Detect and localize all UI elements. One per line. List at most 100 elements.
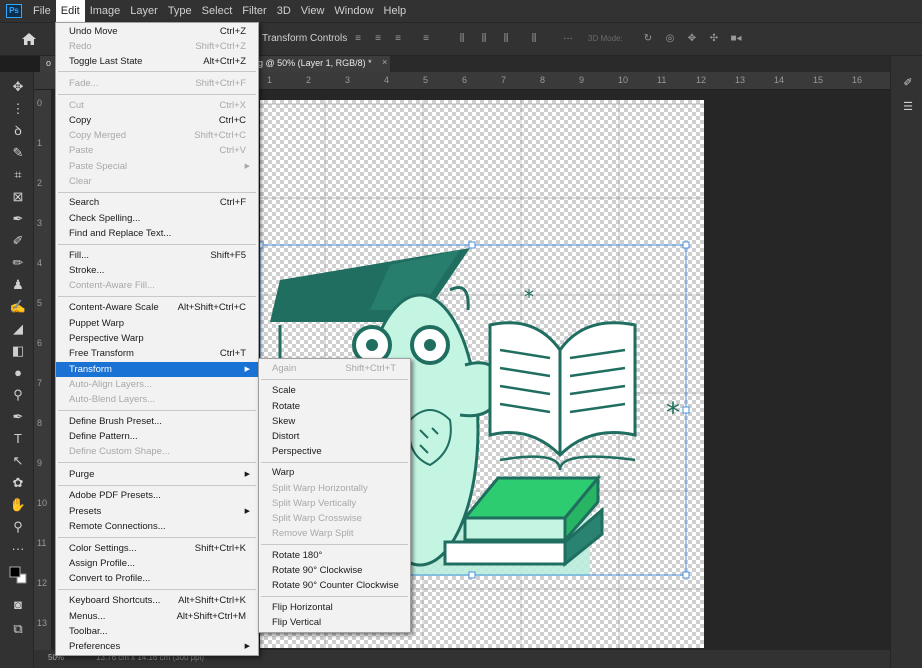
edit-toolbar-icon[interactable]: ··· [9,540,27,558]
menu-item-toolbar[interactable]: Toolbar... [56,624,258,639]
menu-layer[interactable]: Layer [125,0,163,22]
path-selection-tool-icon[interactable]: ↖ [9,452,27,470]
menu-item-clear[interactable]: Clear [56,174,258,189]
menu-help[interactable]: Help [379,0,412,22]
gradient-tool-icon[interactable]: ◧ [9,342,27,360]
submenu-item-skew[interactable]: Skew [259,414,410,429]
menu-item-fill[interactable]: Fill... Shift+F5 [56,248,258,263]
type-tool-icon[interactable]: T [9,430,27,448]
eyedropper-tool-icon[interactable]: ✒ [9,210,27,228]
menu-item-check-spelling[interactable]: Check Spelling... [56,211,258,226]
dodge-tool-icon[interactable]: ⚲ [9,386,27,404]
menu-3d[interactable]: 3D [272,0,296,22]
custom-shape-tool-icon[interactable]: ✿ [9,474,27,492]
submenu-item-split-warp-horizontally[interactable]: Split Warp Horizontally [259,481,410,496]
menu-item-auto-blend-layers[interactable]: Auto-Blend Layers... [56,392,258,407]
menu-item-content-aware-scale[interactable]: Content-Aware Scale Alt+Shift+Ctrl+C [56,300,258,315]
menu-item-color-settings[interactable]: Color Settings... Shift+Ctrl+K [56,541,258,556]
menu-item-preferences[interactable]: Preferences ▶ [56,639,258,654]
pen-tool-icon[interactable]: ✒ [9,408,27,426]
distribute-right-icon[interactable]: ⫼ [500,34,512,44]
submenu-item-rotate-90-ccw[interactable]: Rotate 90° Counter Clockwise [259,578,410,593]
submenu-item-perspective[interactable]: Perspective [259,444,410,459]
blur-tool-icon[interactable]: ● [9,364,27,382]
menu-item-cut[interactable]: Cut Ctrl+X [56,98,258,113]
menu-item-paste[interactable]: Paste Ctrl+V [56,143,258,158]
menu-item-stroke[interactable]: Stroke... [56,263,258,278]
scale-3d-icon[interactable]: ■◂ [730,34,742,44]
align-center-icon[interactable]: ≡ [372,34,384,44]
submenu-item-flip-vertical[interactable]: Flip Vertical [259,615,410,630]
submenu-item-scale[interactable]: Scale [259,383,410,398]
color-swatches-icon[interactable] [9,566,27,584]
menu-item-undo-move[interactable]: Undo Move Ctrl+Z [56,24,258,39]
menu-item-paste-special[interactable]: Paste Special ▶ [56,159,258,174]
submenu-item-rotate-180[interactable]: Rotate 180° [259,548,410,563]
menu-item-redo[interactable]: Redo Shift+Ctrl+Z [56,39,258,54]
menu-item-convert-to-profile[interactable]: Convert to Profile... [56,571,258,586]
home-icon[interactable] [22,33,36,45]
submenu-item-distort[interactable]: Distort [259,429,410,444]
frame-tool-icon[interactable]: ⊠ [9,188,27,206]
menu-item-toggle-last-state[interactable]: Toggle Last State Alt+Ctrl+Z [56,54,258,69]
menu-item-menus[interactable]: Menus... Alt+Shift+Ctrl+M [56,609,258,624]
menu-type[interactable]: Type [163,0,197,22]
move-tool-icon[interactable]: ✥ [9,78,27,96]
menu-select[interactable]: Select [197,0,238,22]
menu-edit[interactable]: Edit [55,0,85,22]
clone-stamp-tool-icon[interactable]: ♟ [9,276,27,294]
distribute-center-icon[interactable]: ⫼ [478,34,490,44]
distribute-left-icon[interactable]: ⫼ [456,34,468,44]
menu-file[interactable]: File [28,0,56,22]
history-brush-tool-icon[interactable]: ✍ [9,298,27,316]
zoom-tool-icon[interactable]: ⚲ [9,518,27,536]
quick-select-tool-icon[interactable]: ✎ [9,144,27,162]
menu-item-define-brush-preset[interactable]: Define Brush Preset... [56,414,258,429]
menu-item-define-pattern[interactable]: Define Pattern... [56,429,258,444]
submenu-item-split-warp-crosswise[interactable]: Split Warp Crosswise [259,511,410,526]
menu-item-auto-align-layers[interactable]: Auto-Align Layers... [56,377,258,392]
menu-item-presets[interactable]: Presets ▶ [56,504,258,519]
menu-window[interactable]: Window [329,0,378,22]
slide-3d-icon[interactable]: ✣ [708,34,720,44]
close-tab-icon[interactable]: × [382,57,387,67]
menu-item-fade[interactable]: Fade... Shift+Ctrl+F [56,76,258,91]
adjustments-icon[interactable]: ☰ [901,100,915,114]
crop-tool-icon[interactable]: ⌗ [9,166,27,184]
menu-filter[interactable]: Filter [237,0,271,22]
menu-image[interactable]: Image [85,0,126,22]
submenu-item-warp[interactable]: Warp [259,465,410,480]
menu-item-search[interactable]: Search Ctrl+F [56,195,258,210]
lasso-tool-icon[interactable]: ꝺ [9,122,27,140]
menu-item-find-replace-text[interactable]: Find and Replace Text... [56,226,258,241]
menu-item-assign-profile[interactable]: Assign Profile... [56,556,258,571]
menu-item-remote-connections[interactable]: Remote Connections... [56,519,258,534]
distribute-spacing-icon[interactable]: ⫼ [528,34,540,44]
menu-item-purge[interactable]: Purge ▶ [56,467,258,482]
menu-item-copy-merged[interactable]: Copy Merged Shift+Ctrl+C [56,128,258,143]
submenu-item-remove-warp-split[interactable]: Remove Warp Split [259,526,410,541]
submenu-item-rotate-90-cw[interactable]: Rotate 90° Clockwise [259,563,410,578]
more-options-icon[interactable]: ··· [562,34,574,44]
menu-item-keyboard-shortcuts[interactable]: Keyboard Shortcuts... Alt+Shift+Ctrl+K [56,593,258,608]
eraser-tool-icon[interactable]: ◢ [9,320,27,338]
brush-settings-icon[interactable]: ✐ [901,76,915,90]
menu-item-transform[interactable]: Transform ▶ [56,362,258,377]
submenu-item-rotate[interactable]: Rotate [259,399,410,414]
screen-mode-icon[interactable]: ⧉ [9,620,27,638]
submenu-item-flip-horizontal[interactable]: Flip Horizontal [259,600,410,615]
artboard-tool-icon[interactable]: ⋮ [9,100,27,118]
menu-item-define-custom-shape[interactable]: Define Custom Shape... [56,444,258,459]
menu-view[interactable]: View [296,0,330,22]
hand-tool-icon[interactable]: ✋ [9,496,27,514]
submenu-item-split-warp-vertically[interactable]: Split Warp Vertically [259,496,410,511]
menu-item-puppet-warp[interactable]: Puppet Warp [56,316,258,331]
orbit-3d-icon[interactable]: ↻ [642,34,654,44]
menu-item-free-transform[interactable]: Free Transform Ctrl+T [56,346,258,361]
menu-item-perspective-warp[interactable]: Perspective Warp [56,331,258,346]
menu-item-content-aware-fill[interactable]: Content-Aware Fill... [56,278,258,293]
brush-tool-icon[interactable]: ✏ [9,254,27,272]
menu-item-copy[interactable]: Copy Ctrl+C [56,113,258,128]
menu-item-adobe-pdf-presets[interactable]: Adobe PDF Presets... [56,488,258,503]
align-right-icon[interactable]: ≡ [392,34,404,44]
